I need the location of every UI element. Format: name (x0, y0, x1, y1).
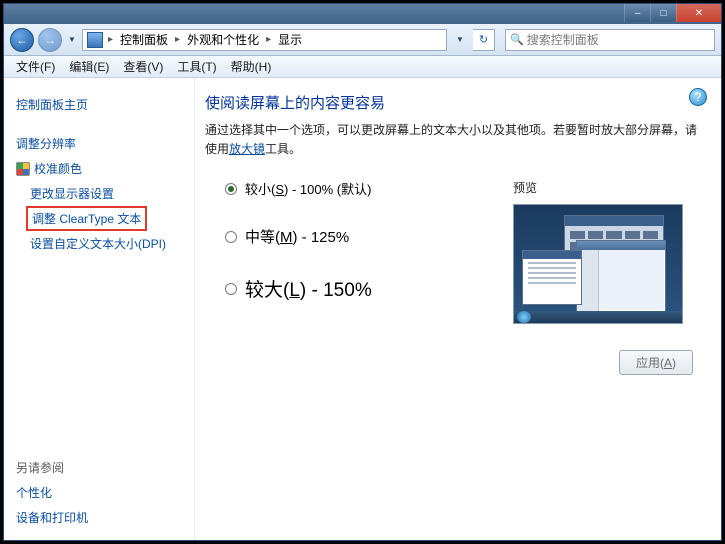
content: ? 使阅读屏幕上的内容更容易 通过选择其中一个选项，可以更改屏幕上的文本大小以及… (194, 78, 721, 540)
radio-large[interactable] (225, 283, 237, 295)
breadcrumb-display[interactable]: 显示 (276, 31, 304, 48)
menu-tools[interactable]: 工具(T) (171, 58, 222, 75)
sidebar-home[interactable]: 控制面板主页 (16, 92, 188, 117)
search-placeholder: 搜索控制面板 (527, 31, 710, 48)
breadcrumb-arrow-icon[interactable]: ▸ (263, 34, 274, 45)
option-large-label: 较大(L) - 150% (245, 275, 372, 302)
option-large[interactable]: 较大(L) - 150% (225, 275, 513, 302)
sidebar-personalization[interactable]: 个性化 (16, 480, 188, 505)
window: – □ ✕ ← → ▼ ▸ 控制面板 ▸ 外观和个性化 ▸ 显示 ▼ ↻ 🔍 搜… (3, 3, 722, 541)
search-input[interactable]: 🔍 搜索控制面板 (505, 29, 715, 51)
menu-view[interactable]: 查看(V) (117, 58, 169, 75)
menu-help[interactable]: 帮助(H) (225, 58, 278, 75)
sidebar-dpi[interactable]: 设置自定义文本大小(DPI) (16, 231, 188, 256)
sidebar: 控制面板主页 调整分辨率 校准颜色 更改显示器设置 调整 ClearType 文… (4, 78, 194, 540)
magnifier-link[interactable]: 放大镜 (229, 142, 265, 156)
control-panel-icon (87, 32, 103, 48)
sidebar-display-settings[interactable]: 更改显示器设置 (16, 181, 188, 206)
refresh-button[interactable]: ↻ (473, 29, 495, 51)
option-small[interactable]: 较小(S) - 100% (默认) (225, 179, 513, 198)
breadcrumb-dropdown[interactable]: ▼ (451, 28, 469, 52)
sidebar-cleartype[interactable]: 调整 ClearType 文本 (26, 206, 147, 231)
menu-edit[interactable]: 编辑(E) (63, 58, 115, 75)
option-small-label: 较小(S) - 100% (默认) (245, 179, 371, 198)
page-description: 通过选择其中一个选项，可以更改屏幕上的文本大小以及其他项。若要暂时放大部分屏幕，… (205, 121, 703, 159)
titlebar: – □ ✕ (4, 4, 721, 24)
back-button[interactable]: ← (10, 28, 34, 52)
option-medium[interactable]: 中等(M) - 125% (225, 226, 513, 247)
page-title: 使阅读屏幕上的内容更容易 (205, 92, 703, 113)
preview-image (513, 204, 683, 324)
breadcrumb-control-panel[interactable]: 控制面板 (118, 31, 170, 48)
desc-text-post: 工具。 (265, 142, 301, 156)
shield-icon (16, 162, 30, 176)
apply-button[interactable]: 应用(A) (619, 350, 693, 375)
sidebar-devices-printers[interactable]: 设备和打印机 (16, 505, 188, 530)
close-button[interactable]: ✕ (676, 4, 721, 22)
menu-bar: 文件(F) 编辑(E) 查看(V) 工具(T) 帮助(H) (4, 56, 721, 78)
breadcrumb-arrow-icon[interactable]: ▸ (172, 34, 183, 45)
preview-label: 预览 (513, 179, 703, 196)
size-options: 较小(S) - 100% (默认) 中等(M) - 125% 较大(L) - 1… (205, 179, 703, 330)
option-medium-label: 中等(M) - 125% (245, 226, 349, 247)
menu-file[interactable]: 文件(F) (10, 58, 61, 75)
forward-button[interactable]: → (38, 28, 62, 52)
breadcrumb-appearance[interactable]: 外观和个性化 (185, 31, 261, 48)
radio-medium[interactable] (225, 231, 237, 243)
maximize-button[interactable]: □ (650, 4, 676, 22)
help-button[interactable]: ? (689, 88, 707, 106)
radio-small[interactable] (225, 183, 237, 195)
sidebar-calibrate-color[interactable]: 校准颜色 (34, 156, 82, 181)
breadcrumb[interactable]: ▸ 控制面板 ▸ 外观和个性化 ▸ 显示 (82, 29, 447, 51)
nav-history-dropdown[interactable]: ▼ (66, 28, 78, 52)
breadcrumb-arrow-icon[interactable]: ▸ (105, 34, 116, 45)
sidebar-resolution[interactable]: 调整分辨率 (16, 131, 188, 156)
minimize-button[interactable]: – (624, 4, 650, 22)
body: 控制面板主页 调整分辨率 校准颜色 更改显示器设置 调整 ClearType 文… (4, 78, 721, 540)
address-bar: ← → ▼ ▸ 控制面板 ▸ 外观和个性化 ▸ 显示 ▼ ↻ 🔍 搜索控制面板 (4, 24, 721, 56)
search-icon: 🔍 (510, 33, 524, 46)
see-also-header: 另请参阅 (16, 459, 188, 476)
